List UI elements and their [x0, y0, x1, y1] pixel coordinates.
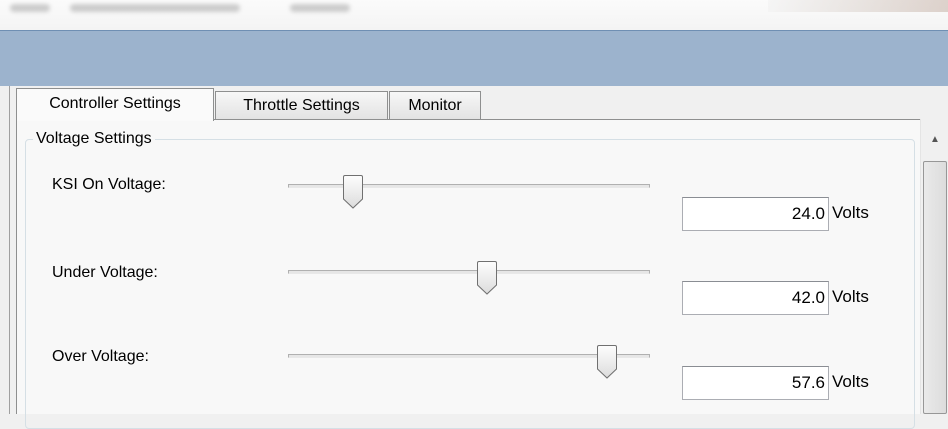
blurred-chrome-corner — [768, 0, 948, 12]
window-top-chrome — [0, 0, 948, 30]
ksi-on-voltage-input[interactable]: 24.0 — [682, 197, 829, 231]
slider-thumb-icon — [596, 345, 617, 379]
over-voltage-input[interactable]: 57.6 — [682, 366, 829, 400]
under-voltage-slider-thumb[interactable] — [476, 261, 498, 295]
slider-thumb-icon — [343, 175, 364, 209]
blurred-chrome-text — [290, 4, 350, 12]
under-voltage-slider-track[interactable] — [288, 270, 650, 274]
over-voltage-unit: Volts — [832, 372, 869, 391]
scroll-up-arrow-icon[interactable]: ▲ — [921, 119, 948, 159]
under-voltage-label: Under Voltage: — [52, 264, 158, 281]
tab-label: Controller Settings — [49, 95, 181, 112]
vertical-scrollbar[interactable]: ▲ — [920, 119, 948, 414]
over-voltage-slider-thumb[interactable] — [596, 345, 618, 379]
over-voltage-label: Over Voltage: — [52, 348, 149, 365]
tab-label: Throttle Settings — [243, 97, 360, 114]
under-voltage-input[interactable]: 42.0 — [682, 281, 829, 315]
scrollbar-thumb[interactable] — [923, 161, 947, 414]
tab-throttle-settings[interactable]: Throttle Settings — [215, 91, 388, 119]
window-title-bar — [0, 30, 948, 87]
blurred-chrome-text — [70, 4, 240, 12]
under-voltage-unit: Volts — [832, 287, 869, 306]
window-left-border — [9, 86, 10, 414]
blurred-chrome-text — [10, 4, 50, 12]
tab-controller-settings[interactable]: Controller Settings — [16, 88, 214, 121]
ksi-on-voltage-slider-thumb[interactable] — [342, 175, 364, 209]
group-title: Voltage Settings — [33, 130, 155, 148]
slider-thumb-icon — [477, 261, 498, 295]
tab-label: Monitor — [408, 97, 462, 114]
tab-monitor[interactable]: Monitor — [389, 91, 481, 119]
ksi-on-voltage-label: KSI On Voltage: — [52, 176, 166, 193]
ksi-on-voltage-unit: Volts — [832, 203, 869, 222]
